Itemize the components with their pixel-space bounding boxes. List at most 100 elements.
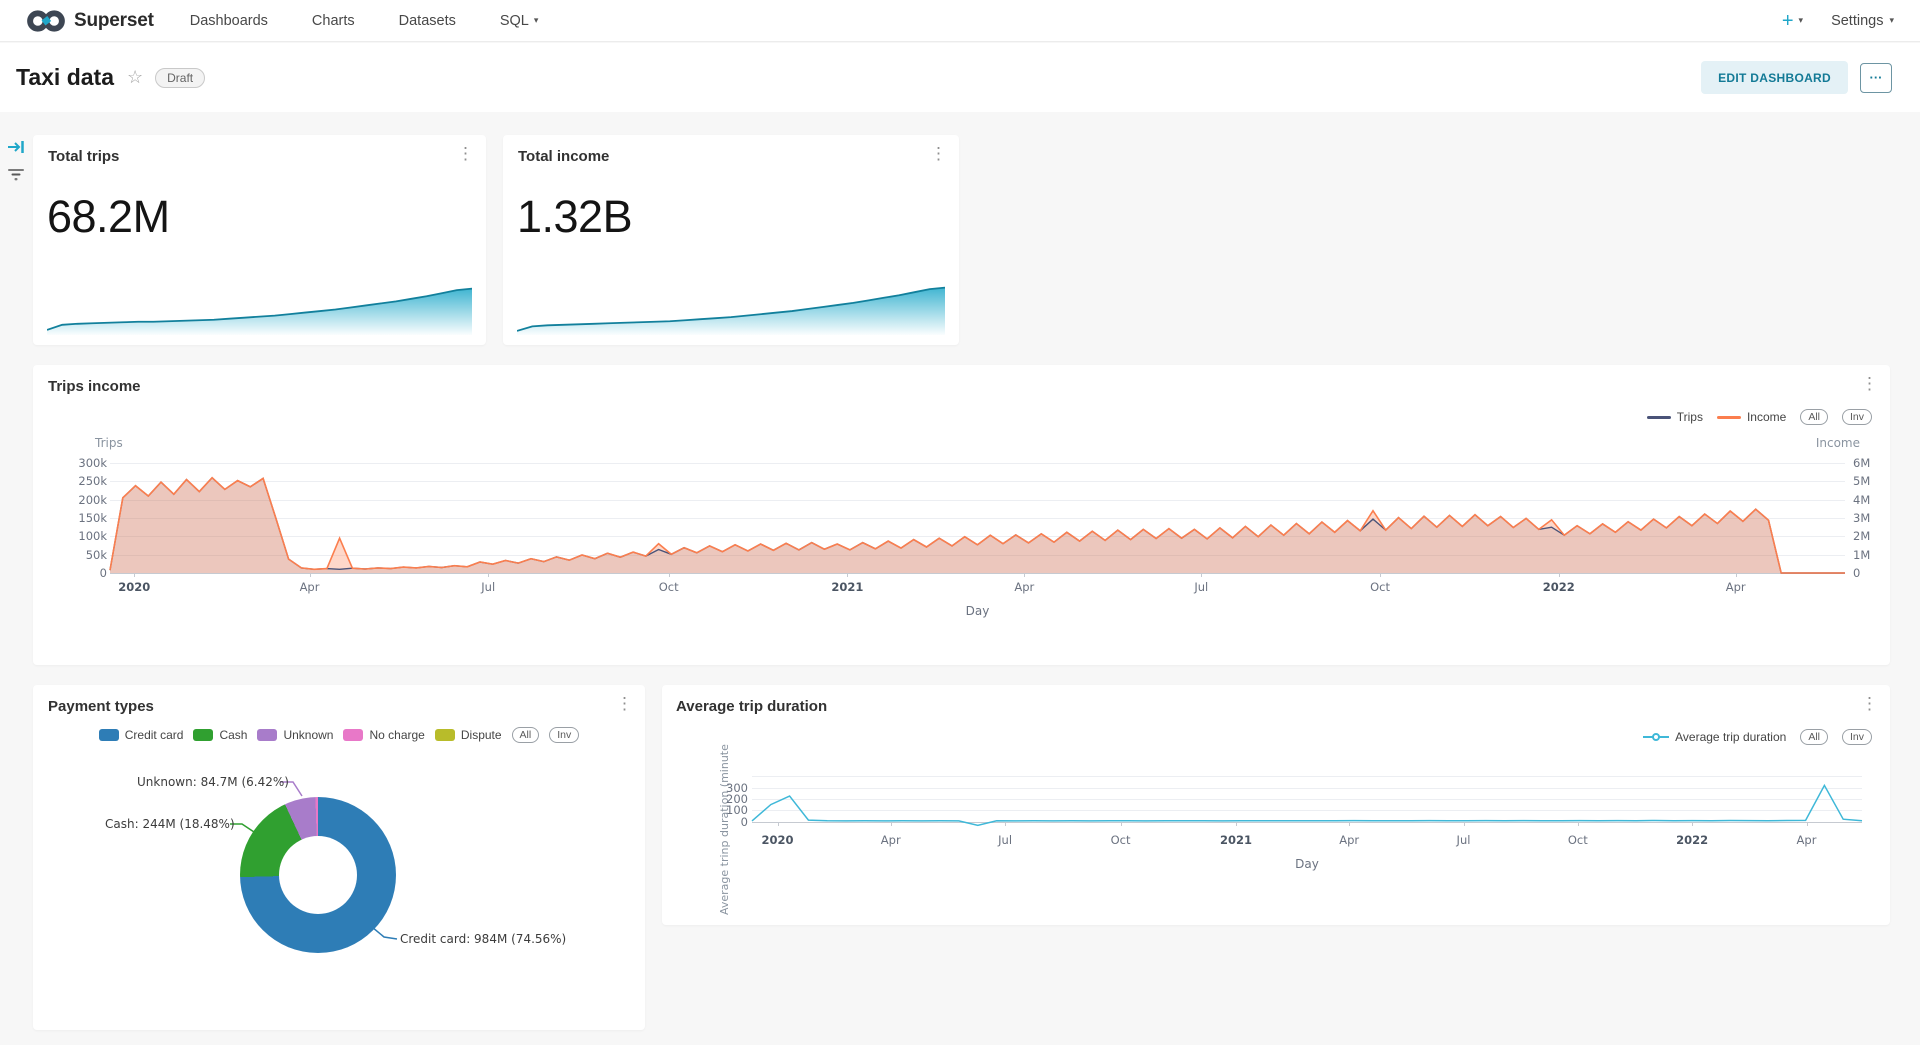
new-button[interactable]: + ▾ [1782,11,1803,31]
line-marker-icon [1647,416,1671,419]
legend-pill-inv[interactable]: Inv [1842,729,1872,745]
axis-notch [1736,573,1737,577]
y-tick: 0 [741,815,748,829]
chart-title: Trips income [48,378,141,395]
payment-types-card: Payment types ⋮ Credit card Cash Unknown No… [33,685,645,1030]
axis-notch [1380,573,1381,577]
nav-item-label: SQL [500,13,529,29]
total-trips-sparkline [47,283,472,335]
chart-title: Total trips [48,148,119,165]
legend-item-dispute[interactable]: Dispute [435,728,502,742]
nav-item-datasets[interactable]: Datasets [399,13,456,29]
legend-pill-inv[interactable]: Inv [549,727,579,743]
x-tick: Oct [659,580,679,594]
legend-label: Trips [1677,410,1703,424]
y-axis-label: Average trinp duration (minute [718,735,731,925]
axis-notch [310,573,311,577]
avg-duration-legend: Average trip duration All Inv [1643,729,1872,745]
superset-logo[interactable]: Superset [26,9,154,33]
y-tick: 4M [1853,493,1870,507]
y-tick: 3M [1853,511,1870,525]
callout-unknown: Unknown: 84.7M (6.42%) [137,775,289,789]
x-axis-label: Day [752,857,1862,871]
x-tick: Apr [1014,580,1034,594]
favorite-star-icon[interactable]: ☆ [127,67,143,88]
nav-item-label: Charts [312,13,355,29]
legend-pill-all[interactable]: All [1800,729,1828,745]
dashboard-more-button[interactable]: ··· [1860,63,1892,93]
status-badge: Draft [155,68,205,88]
y-tick: 200k [78,493,107,507]
legend-pill-inv[interactable]: Inv [1842,409,1872,425]
x-tick: Jul [1457,833,1471,847]
legend-pill-all[interactable]: All [512,727,540,743]
callout-credit-card: Credit card: 984M (74.56%) [400,932,566,946]
trips-income-card: Trips income ⋮ TripsIncomeAllInv Trips I… [33,365,1890,665]
legend-item-income[interactable]: Income [1717,410,1786,424]
x-tick: Oct [1111,833,1131,847]
filter-icon[interactable] [7,168,25,187]
x-tick: Apr [1339,833,1359,847]
legend-label: Income [1747,410,1786,424]
nav-menu: Dashboards Charts Datasets SQL ▾ [190,13,539,29]
payment-types-legend: Credit card Cash Unknown No charge Dispute Al… [33,727,645,743]
legend-item-no-charge[interactable]: No charge [343,728,424,742]
swatch-icon [257,729,277,741]
chart-menu-icon[interactable]: ⋮ [1861,375,1878,394]
top-nav: Superset Dashboards Charts Datasets SQL ▾ + … [0,0,1920,42]
legend-label: Credit card [125,728,184,742]
swatch-icon [343,729,363,741]
axis-notch [488,573,489,577]
y-tick: 100k [78,529,107,543]
superset-infinity-icon [26,9,66,33]
chart-menu-icon[interactable]: ⋮ [616,695,633,714]
swatch-icon [435,729,455,741]
chevron-down-icon: ▾ [1889,15,1894,26]
y-tick: 1M [1853,548,1870,562]
y-tick: 0 [1853,566,1860,580]
x-tick: Jul [1194,580,1208,594]
donut-hole [279,836,357,914]
line-marker-icon [1717,416,1741,419]
big-number-value: 1.32B [517,191,632,243]
legend-item-credit-card[interactable]: Credit card [99,728,184,742]
axis-notch [1024,573,1025,577]
x-tick: 2020 [118,580,150,594]
chart-menu-icon[interactable]: ⋮ [1861,695,1878,714]
axis-notch [134,573,135,577]
chevron-down-icon: ▾ [534,15,539,26]
x-tick: 2021 [831,580,863,594]
total-income-sparkline [517,283,945,335]
legend-pill-all[interactable]: All [1800,409,1828,425]
legend-item-cash[interactable]: Cash [193,728,247,742]
right-axis-name: Income [1816,436,1860,450]
x-tick: Apr [1797,833,1817,847]
axis-notch [1201,573,1202,577]
chart-menu-icon[interactable]: ⋮ [930,145,947,164]
nav-item-charts[interactable]: Charts [312,13,355,29]
nav-item-sql[interactable]: SQL ▾ [500,13,539,29]
y-tick: 6M [1853,456,1870,470]
legend-item-average-trip-duration[interactable]: Average trip duration [1643,730,1786,744]
chart-menu-icon[interactable]: ⋮ [457,145,474,164]
legend-label: Dispute [461,728,502,742]
legend-label: Cash [219,728,247,742]
total-income-card: Total income ⋮ 1.32B [503,135,959,345]
legend-item-unknown[interactable]: Unknown [257,728,333,742]
chart-title: Payment types [48,698,154,715]
line-circle-marker-icon [1643,732,1669,742]
legend-item-trips[interactable]: Trips [1647,410,1703,424]
x-axis-ticks: 2020AprJulOct2021AprJulOct2022Apr [110,580,1845,596]
expand-filter-bar-icon[interactable] [7,140,25,159]
swatch-icon [193,729,213,741]
x-axis-label: Day [110,604,1845,618]
left-axis-ticks: 300k250k200k150k100k50k0 [59,463,107,573]
axis-notch [669,573,670,577]
nav-item-label: Dashboards [190,13,268,29]
edit-dashboard-button[interactable]: EDIT DASHBOARD [1701,61,1848,94]
callout-cash: Cash: 244M (18.48%) [105,817,235,831]
legend-label: Unknown [283,728,333,742]
x-tick: 2022 [1676,833,1708,847]
settings-menu[interactable]: Settings ▾ [1831,13,1894,29]
nav-item-dashboards[interactable]: Dashboards [190,13,268,29]
